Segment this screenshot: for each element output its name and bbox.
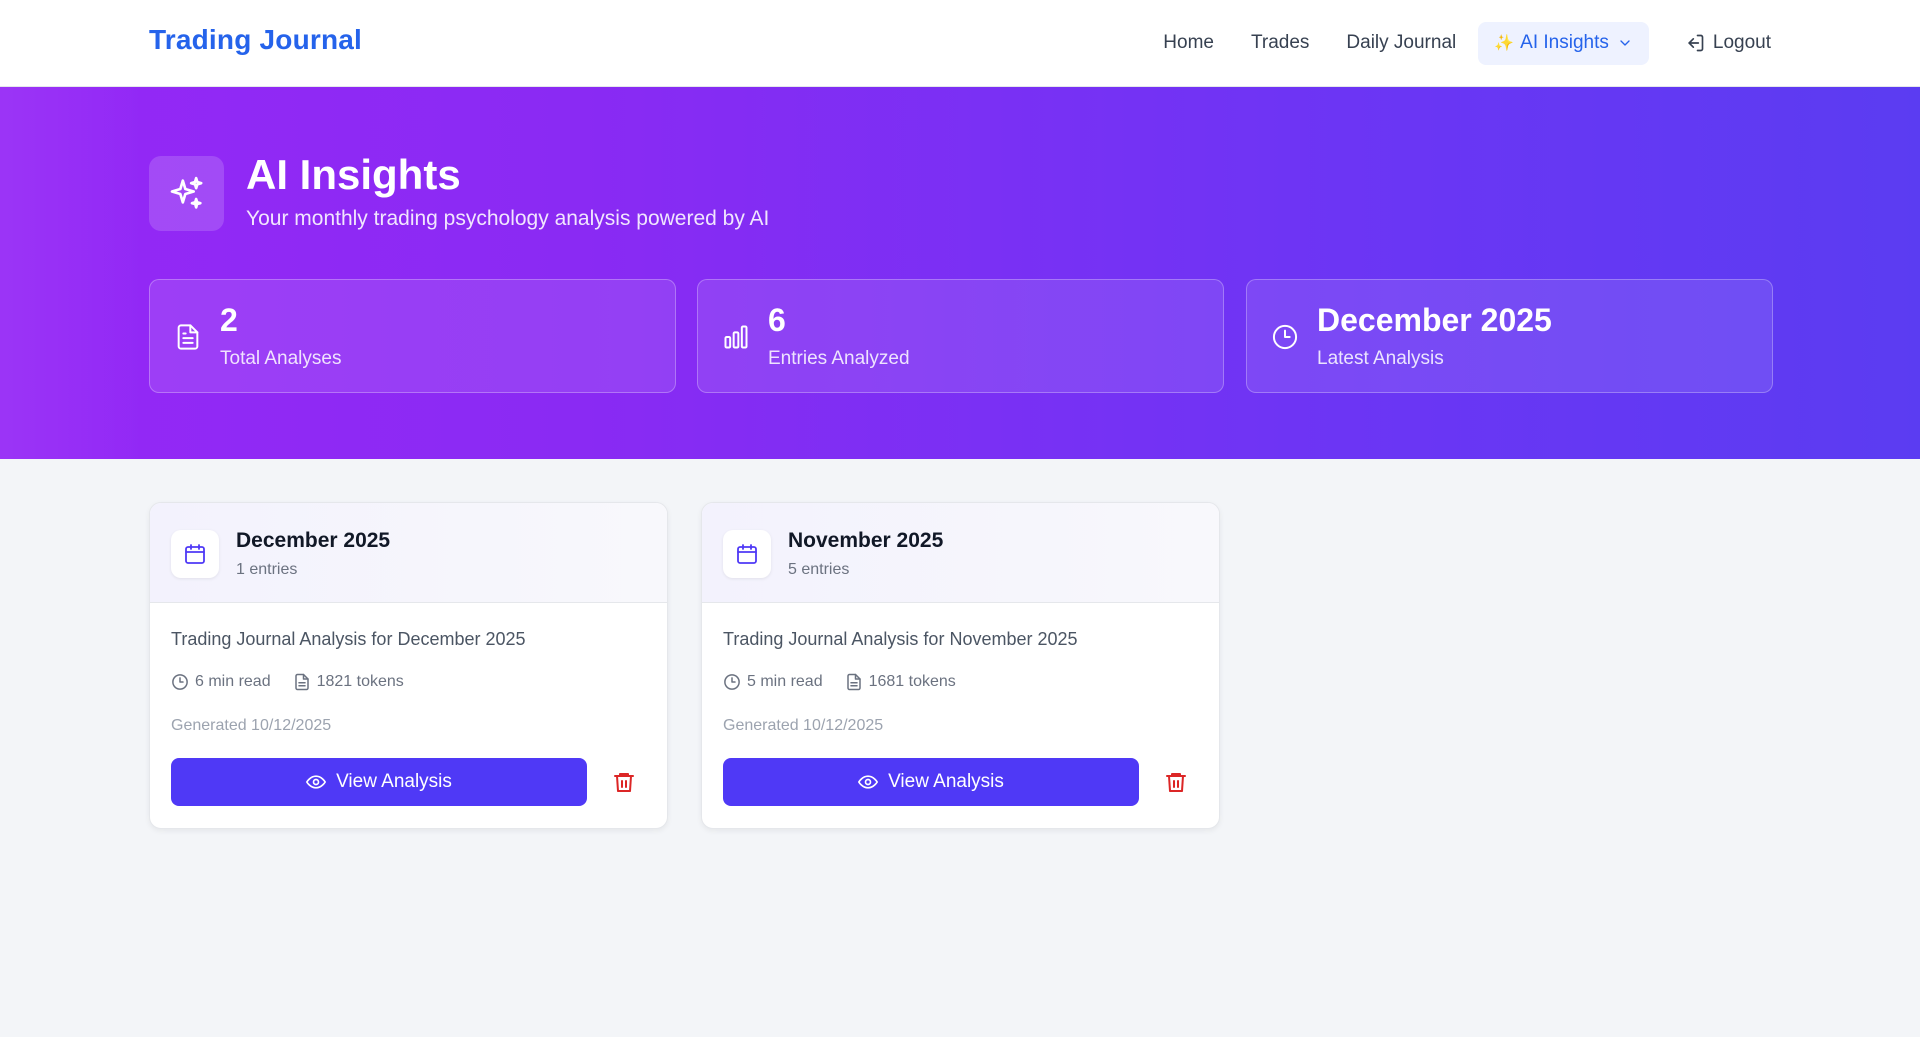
sparkles-icon [170, 176, 203, 209]
stat-card-total-analyses: 2 Total Analyses [149, 279, 676, 393]
card-header: December 2025 1 entries [150, 503, 667, 603]
generated-date: Generated 10/12/2025 [171, 717, 332, 734]
view-analysis-button[interactable]: View Analysis [171, 758, 587, 806]
delete-button[interactable] [1162, 768, 1190, 796]
nav-home[interactable]: Home [1163, 32, 1214, 54]
hero-glow [0, 87, 143, 459]
delete-button[interactable] [610, 768, 638, 796]
card-title: November 2025 [788, 529, 944, 552]
logout-icon [1688, 34, 1704, 52]
brand-logo[interactable]: Trading Journal [149, 24, 362, 56]
chevron-down-icon [1617, 35, 1633, 51]
card-title: December 2025 [236, 529, 391, 552]
token-count-label: 1681 tokens [868, 673, 956, 690]
page-title: AI Insights [246, 151, 461, 198]
hero-icon-box [149, 156, 224, 231]
read-time: 6 min read [171, 673, 271, 691]
top-navbar: Trading Journal Home Trades Daily Journa… [0, 0, 1920, 87]
calendar-icon [723, 530, 771, 578]
nav-ai-insights-label: AI Insights [1520, 32, 1609, 53]
card-description: Trading Journal Analysis for December 20… [171, 629, 526, 649]
stat-label: Total Analyses [220, 348, 342, 369]
generated-date: Generated 10/12/2025 [723, 717, 884, 734]
stat-label: Entries Analyzed [768, 348, 910, 369]
nav-ai-insights-dropdown[interactable]: ✨ AI Insights [1478, 21, 1649, 65]
card-meta: 6 min read 1821 tokens [171, 673, 426, 691]
token-count: 1681 tokens [845, 673, 956, 691]
trash-icon [614, 773, 634, 792]
stat-label: Latest Analysis [1317, 348, 1444, 369]
analysis-card-november-2025: November 2025 5 entries Trading Journal … [701, 502, 1220, 829]
document-icon [846, 673, 861, 691]
card-entries-count: 1 entries [236, 561, 298, 578]
read-time-label: 6 min read [195, 673, 271, 690]
nav-daily-journal[interactable]: Daily Journal [1346, 32, 1456, 54]
sparkles-icon: ✨ [1494, 35, 1515, 52]
logout-label: Logout [1712, 32, 1771, 53]
eye-icon [306, 775, 327, 789]
stat-value: 2 [220, 302, 238, 338]
card-entries-count: 5 entries [788, 561, 850, 578]
read-time: 5 min read [723, 673, 823, 691]
stat-card-entries-analyzed: 6 Entries Analyzed [697, 279, 1224, 393]
card-meta: 5 min read 1681 tokens [723, 673, 978, 691]
document-icon [294, 673, 309, 691]
card-description: Trading Journal Analysis for November 20… [723, 629, 1078, 649]
eye-icon [858, 775, 879, 789]
view-analysis-label: View Analysis [888, 771, 1004, 792]
clock-icon [1269, 321, 1301, 353]
page-subtitle: Your monthly trading psychology analysis… [246, 207, 770, 230]
stat-value: December 2025 [1317, 302, 1552, 338]
stat-card-latest-analysis: December 2025 Latest Analysis [1246, 279, 1773, 393]
nav-links: Home Trades Daily Journal ✨ AI Insights … [1163, 21, 1771, 65]
clock-icon [724, 674, 740, 690]
clock-icon [172, 674, 188, 690]
hero-banner: AI Insights Your monthly trading psychol… [0, 87, 1920, 459]
bar-chart-icon [720, 321, 752, 353]
calendar-icon [171, 530, 219, 578]
trash-icon [1166, 773, 1186, 792]
token-count: 1821 tokens [293, 673, 404, 691]
token-count-label: 1821 tokens [316, 673, 404, 690]
nav-trades[interactable]: Trades [1251, 32, 1309, 54]
logout-button[interactable]: Logout [1685, 32, 1771, 54]
read-time-label: 5 min read [747, 673, 823, 690]
view-analysis-button[interactable]: View Analysis [723, 758, 1139, 806]
stat-value: 6 [768, 302, 786, 338]
view-analysis-label: View Analysis [336, 771, 452, 792]
document-icon [172, 321, 204, 353]
analysis-card-december-2025: December 2025 1 entries Trading Journal … [149, 502, 668, 829]
card-header: November 2025 5 entries [702, 503, 1219, 603]
